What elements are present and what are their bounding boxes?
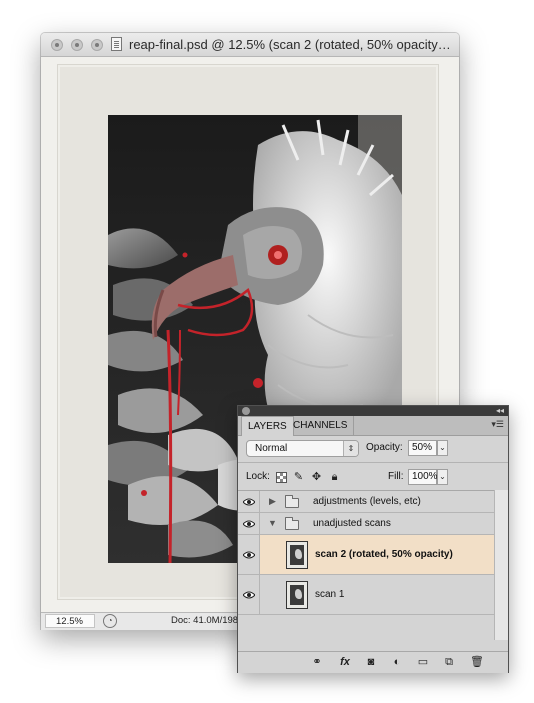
layer-name: scan 2 (rotated, 50% opacity) [315, 549, 453, 560]
panel-collapse-icon[interactable]: ◂◂ [496, 406, 504, 416]
layer-list: ▶ adjustments (levels, etc) ▼ unadjusted… [238, 490, 494, 641]
link-icon[interactable]: ⚭ [308, 655, 326, 669]
zoom-level-field[interactable]: 12.5% [45, 614, 95, 628]
lock-transparent-pixels-icon[interactable] [276, 472, 287, 483]
visibility-toggle[interactable] [238, 513, 260, 534]
opacity-dropdown-icon[interactable]: ⌄ [437, 440, 448, 456]
blend-mode-value: Normal [255, 443, 288, 454]
layer-row-adjustments[interactable]: ▶ adjustments (levels, etc) [238, 491, 494, 513]
lock-position-icon[interactable]: ✥ [310, 471, 323, 484]
blend-mode-select[interactable]: Normal ⇕ [246, 440, 359, 457]
fill-field[interactable]: 100% [408, 469, 438, 485]
visibility-toggle[interactable] [238, 535, 260, 574]
lock-all-icon[interactable]: 🔒︎ [328, 471, 341, 484]
panel-header-strip[interactable]: ◂◂ [238, 406, 508, 416]
layer-row-scan-1[interactable]: scan 1 [238, 575, 494, 615]
fill-label: Fill: [388, 471, 404, 482]
eye-icon [243, 591, 255, 599]
layer-name: unadjusted scans [313, 518, 391, 529]
visibility-toggle[interactable] [238, 491, 260, 512]
document-titlebar[interactable]: reap-final.psd @ 12.5% (scan 2 (rotated,… [41, 33, 459, 57]
eye-icon [243, 520, 255, 528]
opacity-field[interactable]: 50% [408, 440, 437, 456]
minimize-window-button[interactable] [71, 39, 83, 51]
status-menu-icon[interactable]: ◔ [103, 614, 117, 628]
collapse-triangle-icon[interactable]: ▼ [268, 518, 277, 528]
folder-icon [285, 495, 299, 508]
document-title: reap-final.psd @ 12.5% (scan 2 (rotated,… [129, 37, 455, 52]
layer-row-unadjusted-scans[interactable]: ▼ unadjusted scans [238, 513, 494, 535]
adjustment-icon[interactable]: ◐ [390, 655, 404, 669]
folder-icon [285, 517, 299, 530]
select-arrows-icon: ⇕ [343, 441, 358, 456]
new-group-icon[interactable]: ▭ [416, 655, 430, 669]
document-file-icon [111, 37, 122, 51]
layers-panel: ◂◂ LAYERS CHANNELS ▾☰ Normal ⇕ Opacity: … [237, 405, 509, 673]
panel-menu-icon[interactable]: ▾☰ [491, 419, 504, 430]
tab-layers[interactable]: LAYERS [241, 416, 294, 436]
panel-close-icon[interactable] [242, 407, 250, 415]
layer-row-scan-2[interactable]: scan 2 (rotated, 50% opacity) [238, 535, 494, 575]
expand-triangle-icon[interactable]: ▶ [269, 496, 276, 507]
new-layer-icon[interactable]: ⧉ [442, 655, 456, 669]
lock-image-pixels-icon[interactable]: ✎ [292, 471, 305, 484]
tab-channels[interactable]: CHANNELS [287, 416, 355, 435]
close-window-button[interactable] [51, 39, 63, 51]
eye-icon [243, 551, 255, 559]
layer-thumbnail [286, 541, 308, 569]
opacity-label: Opacity: [366, 442, 403, 453]
panel-tabs: LAYERS CHANNELS ▾☰ [238, 416, 508, 436]
eye-icon [243, 498, 255, 506]
divider [238, 462, 508, 463]
trash-icon[interactable]: 🗑︎ [470, 655, 484, 669]
lock-label: Lock: [246, 471, 270, 482]
visibility-toggle[interactable] [238, 575, 260, 614]
layer-name: adjustments (levels, etc) [313, 496, 421, 507]
mask-icon[interactable]: ◙ [364, 655, 378, 669]
layer-list-scrollbar[interactable] [494, 490, 508, 640]
zoom-window-button[interactable] [91, 39, 103, 51]
fx-icon[interactable]: fx [336, 655, 354, 669]
fill-dropdown-icon[interactable]: ⌄ [437, 469, 448, 485]
layer-name: scan 1 [315, 589, 345, 600]
layer-thumbnail [286, 581, 308, 609]
panel-bottom-toolbar: ⚭ fx ◙ ◐ ▭ ⧉ 🗑︎ [238, 651, 508, 673]
